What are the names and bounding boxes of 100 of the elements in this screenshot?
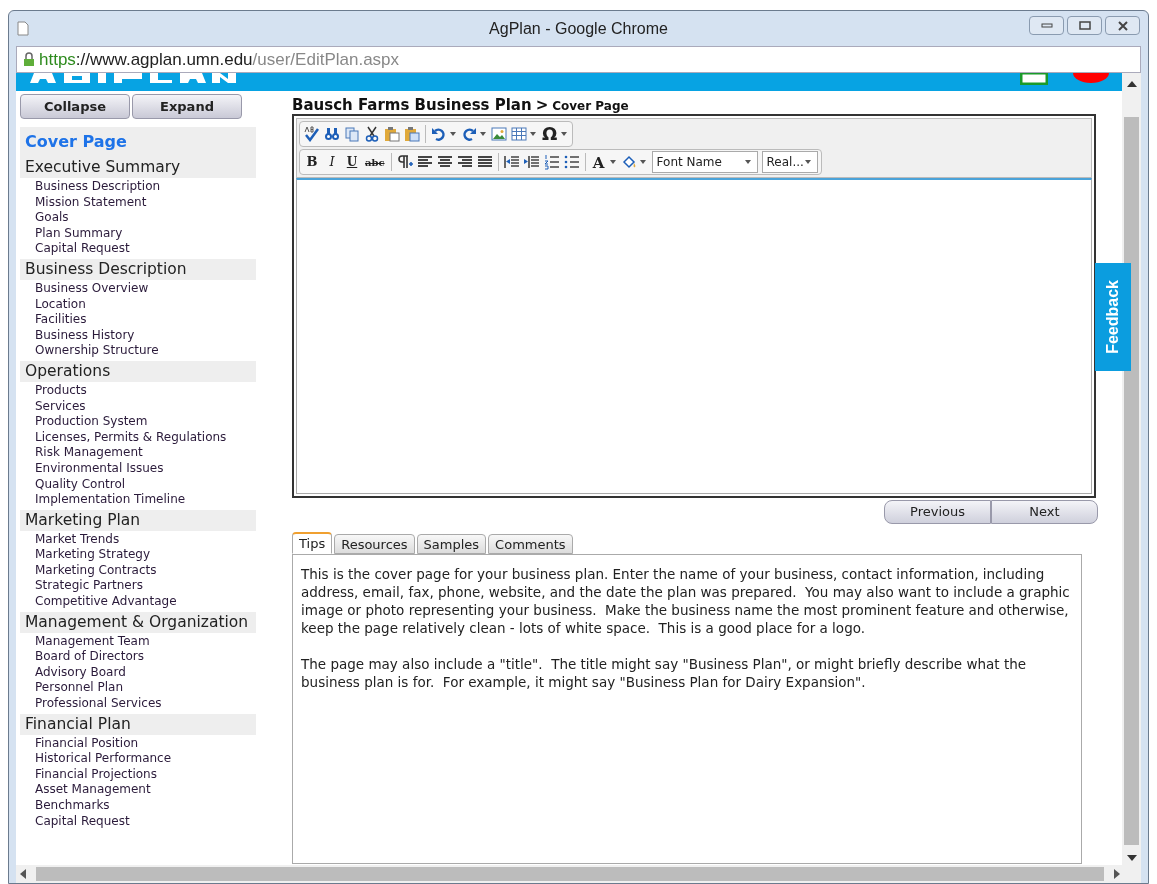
- font-name-dropdown[interactable]: Font Name: [651, 151, 758, 173]
- collapse-button[interactable]: Collapse: [20, 94, 130, 119]
- sidebar-link[interactable]: Competitive Advantage: [35, 594, 177, 609]
- clipboard-icon[interactable]: [384, 126, 400, 142]
- sidebar-link[interactable]: Location: [35, 296, 86, 311]
- sidebar-link[interactable]: Environmental Issues: [35, 460, 164, 475]
- section-heading[interactable]: Management & Organization: [20, 611, 256, 633]
- scroll-right-icon[interactable]: [1114, 869, 1120, 879]
- binoculars-icon[interactable]: [324, 126, 340, 142]
- caret-icon[interactable]: [450, 132, 456, 136]
- tab[interactable]: Tips: [292, 532, 333, 554]
- banner-icon: [1073, 73, 1109, 83]
- sidebar-link[interactable]: Financial Projections: [35, 766, 157, 781]
- sidebar-link[interactable]: Business History: [35, 327, 135, 342]
- font-size-dropdown[interactable]: Real...: [761, 151, 818, 173]
- caret-icon[interactable]: [744, 160, 751, 164]
- strikethrough-button[interactable]: abc: [363, 152, 387, 172]
- section-heading[interactable]: Financial Plan: [20, 713, 256, 735]
- minimize-icon: [1040, 23, 1053, 28]
- sidebar-link[interactable]: Marketing Strategy: [35, 547, 151, 562]
- sidebar-link[interactable]: Professional Services: [35, 696, 162, 711]
- tip-paragraph: This is the cover page for your business plan. Enter the name of your business, contact information, including address, email, fax, phone, website, and the date the plan was prepared. You may also want to include a graphic image or photo representing your business. Make the business name the most prominent feature and otherwise, keep the page relatively clean - lots of white space. This is a good place for a logo.: [301, 565, 1071, 637]
- caret-icon[interactable]: [639, 160, 646, 164]
- sidebar-link[interactable]: Marketing Contracts: [35, 562, 157, 577]
- paragraph-icon[interactable]: [396, 154, 413, 170]
- sidebar-link[interactable]: Strategic Partners: [35, 578, 143, 593]
- scroll-left-icon[interactable]: [20, 869, 26, 879]
- image-icon[interactable]: [491, 126, 507, 142]
- redo-icon[interactable]: [461, 126, 477, 142]
- sidebar-link[interactable]: Advisory Board: [35, 664, 126, 679]
- bold-button[interactable]: B: [303, 152, 321, 172]
- next-button[interactable]: Next: [991, 500, 1098, 524]
- sidebar-link[interactable]: Risk Management: [35, 445, 143, 460]
- scroll-up-icon[interactable]: [1126, 81, 1137, 87]
- sidebar-link[interactable]: Implementation Timeline: [35, 492, 186, 507]
- sidebar-link[interactable]: Ownership Structure: [35, 343, 159, 358]
- sidebar-link[interactable]: Facilities: [35, 312, 87, 327]
- undo-icon[interactable]: [431, 126, 447, 142]
- breadcrumb-separator: >: [535, 95, 549, 116]
- sidebar-link[interactable]: Management Team: [35, 633, 150, 648]
- sidebar-link[interactable]: Services: [35, 398, 86, 413]
- bullet-list-icon[interactable]: [563, 154, 580, 170]
- section-heading[interactable]: Business Description: [20, 258, 256, 280]
- sidebar-link[interactable]: Market Trends: [35, 531, 120, 546]
- spellcheck-icon[interactable]: [304, 126, 320, 142]
- sidebar-link[interactable]: Benchmarks: [35, 798, 110, 812]
- align-left-icon[interactable]: [416, 154, 433, 170]
- italic-button[interactable]: I: [323, 152, 341, 172]
- scrollbar-thumb[interactable]: [36, 867, 1104, 881]
- horizontal-scrollbar[interactable]: [16, 865, 1124, 883]
- section-heading[interactable]: Operations: [20, 360, 256, 382]
- tab[interactable]: Comments: [488, 534, 573, 554]
- clipboard-icon[interactable]: [404, 126, 420, 142]
- caret-icon[interactable]: [609, 160, 616, 164]
- justify-icon[interactable]: [476, 154, 493, 170]
- url-text: https://www.agplan.umn.edu/user/EditPlan.aspx: [39, 48, 400, 71]
- vertical-scrollbar[interactable]: [1122, 73, 1141, 883]
- sidebar-link[interactable]: Financial Position: [35, 735, 139, 750]
- caret-icon[interactable]: [561, 132, 568, 136]
- tab[interactable]: Resources: [334, 534, 415, 554]
- sidebar-link[interactable]: Plan Summary: [35, 225, 123, 240]
- paint-bucket-icon[interactable]: [620, 154, 637, 170]
- scroll-down-icon[interactable]: [1126, 855, 1137, 861]
- sidebar-link[interactable]: Historical Performance: [35, 751, 172, 766]
- sidebar-link[interactable]: Capital Request: [35, 813, 130, 828]
- previous-button[interactable]: Previous: [884, 500, 991, 524]
- outdent-icon[interactable]: [503, 154, 520, 170]
- sidebar-link[interactable]: Business Description: [35, 179, 161, 193]
- sidebar-link[interactable]: Goals: [35, 210, 69, 225]
- sidebar-link[interactable]: Personnel Plan: [35, 680, 123, 695]
- close-button[interactable]: [1105, 16, 1140, 35]
- sidebar-link[interactable]: Business Overview: [35, 280, 149, 295]
- indent-icon[interactable]: [523, 154, 540, 170]
- scissors-icon[interactable]: [364, 126, 380, 142]
- scrollbar-thumb[interactable]: [1124, 117, 1139, 845]
- special-character-button[interactable]: Ω: [540, 124, 560, 144]
- font-color-button[interactable]: A: [589, 152, 608, 172]
- caret-icon[interactable]: [480, 132, 486, 136]
- expand-button[interactable]: Expand: [132, 94, 242, 119]
- maximize-button[interactable]: [1067, 16, 1102, 35]
- caret-icon[interactable]: [804, 160, 811, 164]
- numbered-list-icon[interactable]: [543, 154, 560, 170]
- sidebar-link[interactable]: Licenses, Permits & Regulations: [35, 429, 227, 444]
- sidebar-link[interactable]: Asset Management: [35, 782, 151, 797]
- sidebar-link[interactable]: Board of Directors: [35, 649, 144, 664]
- section-heading[interactable]: Marketing Plan: [20, 509, 256, 531]
- align-right-icon[interactable]: [456, 154, 473, 170]
- sidebar-link[interactable]: Quality Control: [35, 476, 126, 491]
- close-icon: [1116, 20, 1129, 31]
- caret-icon[interactable]: [530, 132, 536, 136]
- sidebar-link[interactable]: Products: [35, 382, 87, 397]
- sidebar-link[interactable]: Capital Request: [35, 241, 130, 256]
- sidebar-link[interactable]: Mission Statement: [35, 194, 147, 209]
- table-icon[interactable]: [511, 126, 527, 142]
- align-center-icon[interactable]: [436, 154, 453, 170]
- section-heading[interactable]: Executive Summary: [20, 157, 256, 178]
- breadcrumb-plan[interactable]: Bausch Farms Business Plan: [292, 94, 532, 117]
- underline-button[interactable]: U: [343, 152, 361, 172]
- tab[interactable]: Samples: [416, 534, 487, 554]
- sidebar-link[interactable]: Production System: [35, 414, 148, 429]
